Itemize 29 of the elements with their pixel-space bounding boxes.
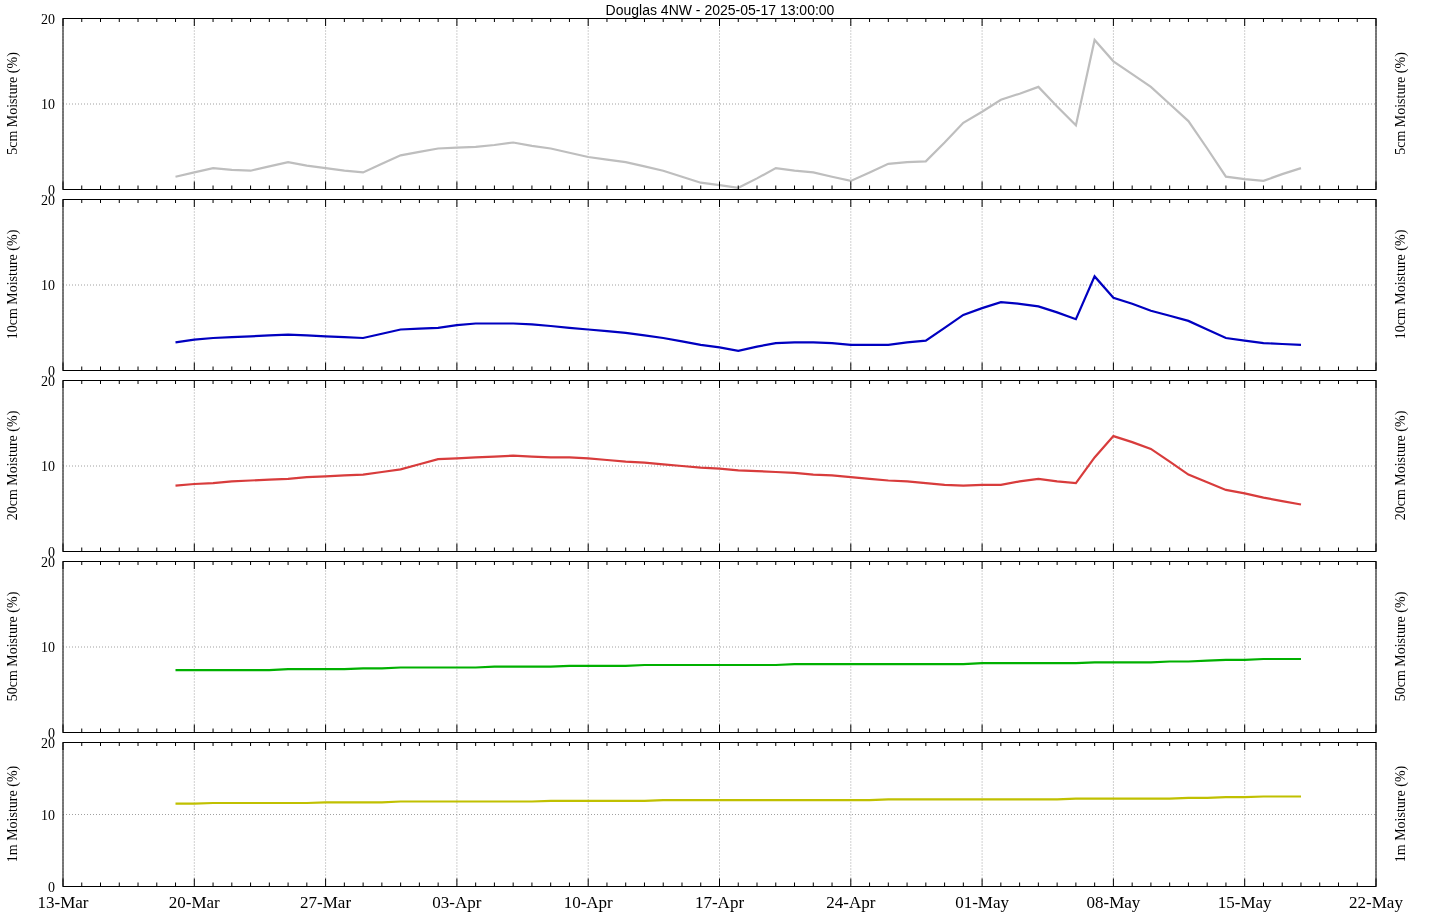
y-axis-label: 50cm Moisture (%) xyxy=(1393,591,1408,702)
y-tick-label: 0 xyxy=(48,879,55,895)
y-axis-label: 5cm Moisture (%) xyxy=(1393,52,1408,155)
y-tick-label: 20 xyxy=(41,11,55,27)
y-axis-label: 20cm Moisture (%) xyxy=(1393,410,1408,521)
x-tick-label: 22-May xyxy=(1349,893,1403,912)
y-tick-label: 10 xyxy=(41,278,55,293)
y-tick-label: 10 xyxy=(41,459,55,474)
y-tick-label: 10 xyxy=(41,640,55,655)
y-axis-label: 20cm Moisture (%) xyxy=(5,410,20,521)
x-tick-label: 08-May xyxy=(1086,893,1141,912)
y-axis-label: 10cm Moisture (%) xyxy=(5,229,20,340)
x-tick-label: 01-May xyxy=(955,893,1009,912)
y-tick-label: 10 xyxy=(41,807,55,823)
x-tick-label: 27-Mar xyxy=(300,893,352,912)
x-tick-label: 24-Apr xyxy=(826,893,876,912)
x-tick-label: 03-Apr xyxy=(432,893,482,912)
y-axis-label: 10cm Moisture (%) xyxy=(1393,229,1408,340)
y-axis-label: 5cm Moisture (%) xyxy=(5,52,20,155)
x-tick-label: 20-Mar xyxy=(168,893,220,912)
x-tick-label: 17-Apr xyxy=(694,893,745,912)
y-axis-label: 1m Moisture (%) xyxy=(5,765,20,863)
x-tick-label: 10-Apr xyxy=(563,893,613,912)
x-tick-label: 13-Mar xyxy=(37,893,89,912)
chart-title: Douglas 4NW - 2025-05-17 13:00:00 xyxy=(604,1,836,18)
x-tick-label: 15-May xyxy=(1217,893,1272,912)
y-axis-label: 50cm Moisture (%) xyxy=(5,591,20,702)
y-axis-label: 1m Moisture (%) xyxy=(1393,765,1408,863)
y-tick-label: 10 xyxy=(41,97,55,112)
